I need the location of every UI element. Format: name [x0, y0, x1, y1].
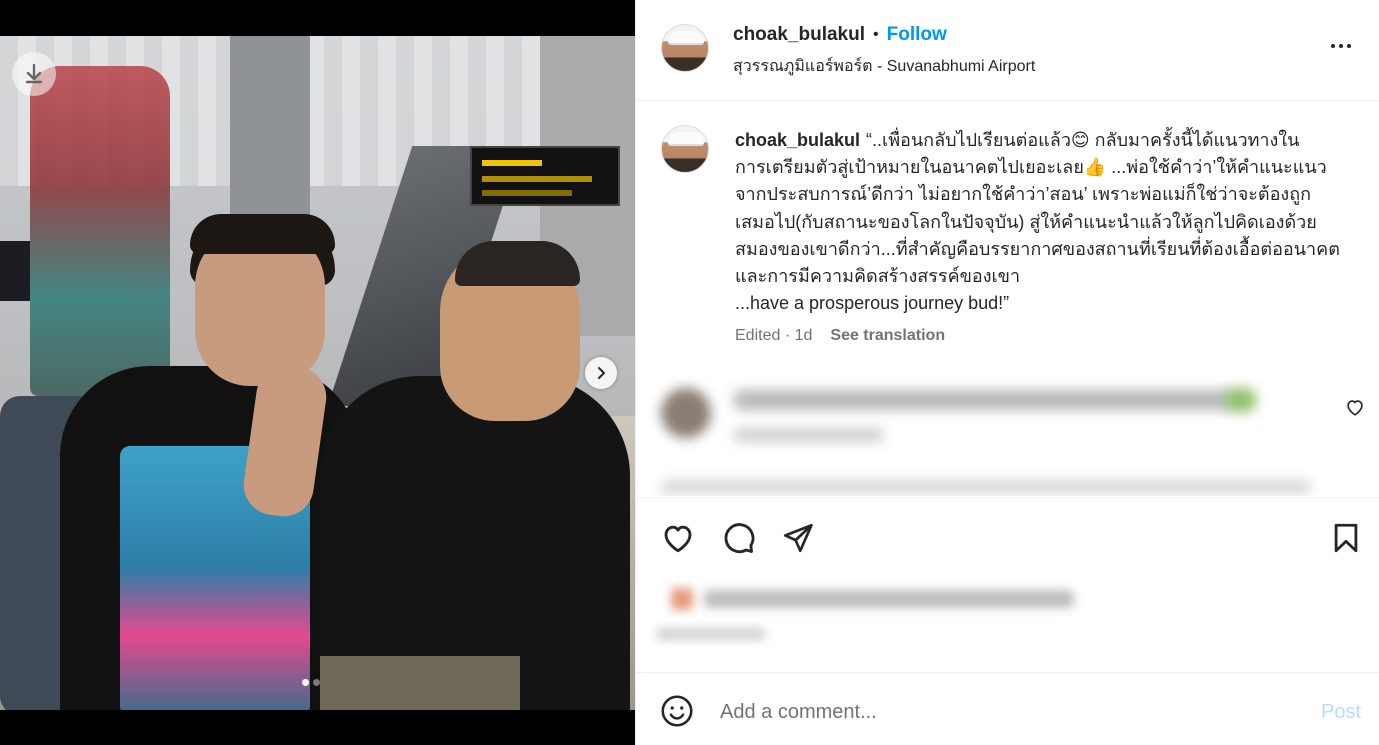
separator-bullet: • [873, 26, 879, 43]
comment-text-blurred [734, 390, 1234, 410]
author-username[interactable]: choak_bulakul [733, 24, 865, 46]
comment-list [636, 370, 1379, 496]
post-photo[interactable] [0, 36, 635, 710]
emoji-icon[interactable] [658, 692, 696, 730]
post-side-panel: choak_bulakul • Follow สุวรรณภูมิแอร์พอร… [635, 0, 1379, 745]
download-icon[interactable] [12, 52, 56, 96]
more-options-button[interactable] [1326, 34, 1356, 58]
comment-input[interactable] [720, 695, 1280, 729]
post-header: choak_bulakul • Follow สุวรรณภูมิแอร์พอร… [636, 0, 1379, 101]
likes-count-blurred [704, 590, 1074, 608]
caption-text: choak_bulakul “..เพื่อนกลับไปเรียนต่อแล้ว… [735, 127, 1347, 317]
giant-statue [30, 66, 170, 396]
follow-button[interactable]: Follow [887, 24, 947, 46]
comment-like-icon[interactable] [1344, 396, 1366, 418]
post-actions [636, 497, 1379, 673]
bookmark-icon[interactable] [1326, 518, 1366, 558]
post-date-blurred [656, 628, 766, 640]
avatar[interactable] [661, 24, 709, 72]
post-caption: choak_bulakul “..เพื่อนกลับไปเรียนต่อแล้ว… [636, 101, 1379, 371]
post-button[interactable]: Post [1321, 701, 1361, 724]
add-comment-bar: Post [636, 673, 1379, 745]
see-translation-link[interactable]: See translation [830, 327, 945, 345]
more-horizontal-icon [1331, 44, 1335, 48]
avatar[interactable] [661, 125, 709, 173]
caption-username[interactable]: choak_bulakul [735, 130, 860, 150]
carousel-dot-active [302, 679, 309, 686]
post-media-panel [0, 0, 635, 745]
caption-meta: Edited · 1d See translation [735, 327, 945, 345]
departures-sign [470, 146, 620, 206]
carousel-dot [313, 679, 320, 686]
commenter-avatar-blurred [661, 388, 711, 438]
next-slide-button[interactable] [585, 357, 617, 389]
liked-by-avatar-blurred [671, 588, 693, 610]
caption-body: “..เพื่อนกลับไปเรียนต่อแล้ว😊 กลับมาครั้ง… [735, 130, 1340, 314]
chevron-right-icon [598, 367, 605, 379]
edited-timestamp: Edited · 1d [735, 327, 813, 344]
comment-icon[interactable] [718, 518, 758, 558]
send-icon[interactable] [778, 518, 818, 558]
heart-icon[interactable] [658, 518, 698, 558]
location-link[interactable]: สุวรรณภูมิแอร์พอร์ต - Suvanabhumi Airpor… [733, 54, 1035, 79]
carousel-indicator [302, 679, 320, 686]
